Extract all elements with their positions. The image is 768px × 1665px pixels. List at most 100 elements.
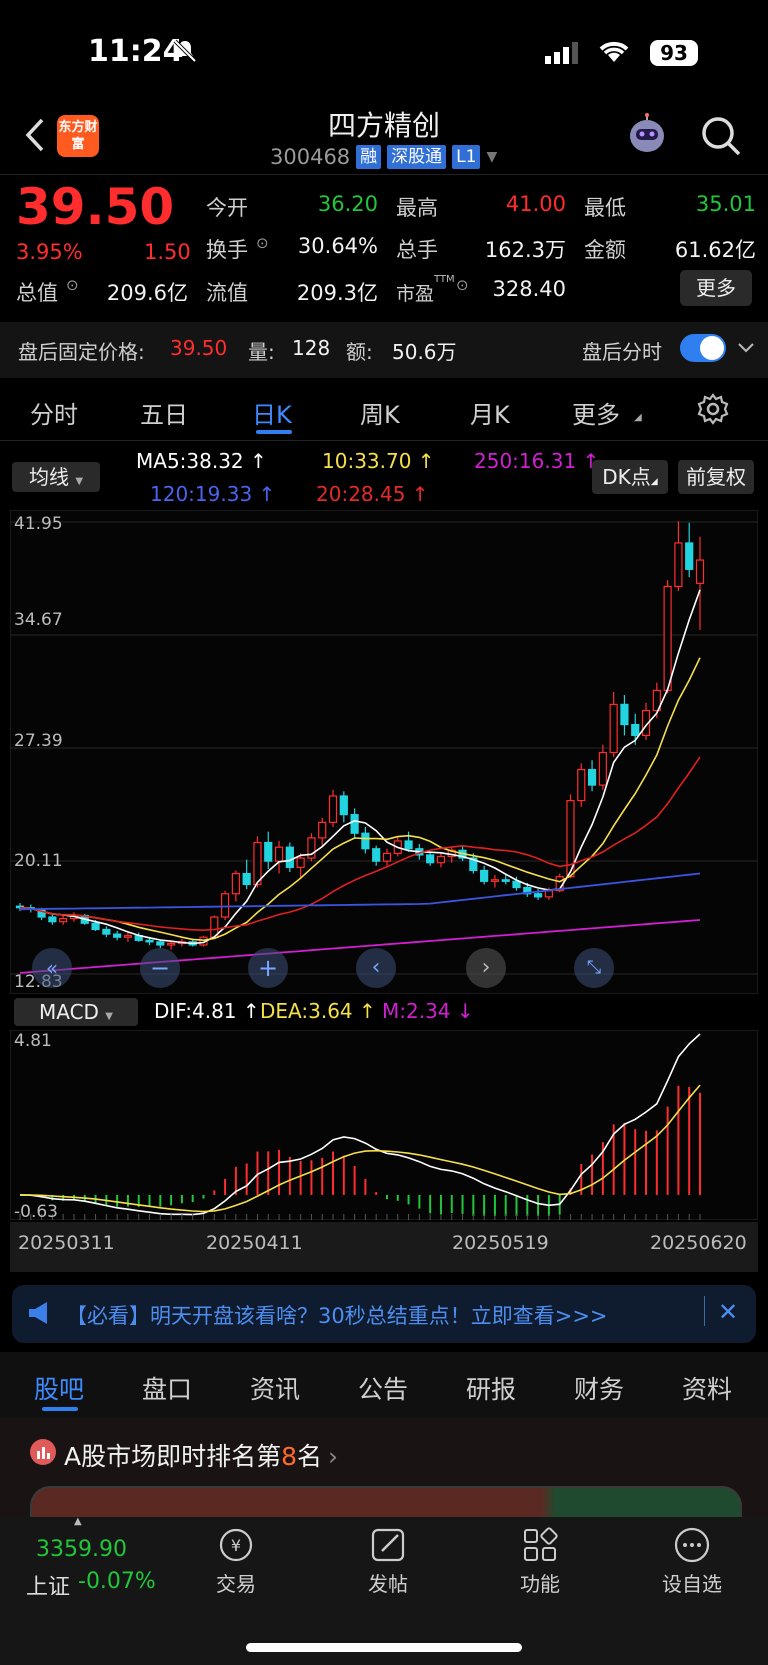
tab-pankou[interactable]: 盘口 — [142, 1370, 192, 1406]
rank-text[interactable]: A股市场即时排名第8名 › — [64, 1437, 338, 1473]
caret-down-icon: ▼ — [486, 149, 498, 165]
divider — [704, 1296, 705, 1326]
candle-body — [220, 893, 230, 918]
mute-icon — [172, 38, 198, 64]
post-label[interactable]: 发帖 — [338, 1568, 438, 1597]
macd-chart[interactable] — [10, 1030, 758, 1220]
tab-daily-k[interactable]: 日K — [252, 395, 292, 430]
signal-icon — [545, 42, 579, 64]
candle-body — [685, 542, 694, 570]
caret-up-icon: ▲ — [74, 1516, 82, 1527]
ma10-value: 10:33.70 ↑ — [322, 449, 435, 473]
tab-monthly-k[interactable]: 月K — [470, 395, 510, 430]
amount-label: 金额 — [584, 238, 626, 262]
rank-number: 8 — [281, 1442, 298, 1471]
fullscreen-icon[interactable]: ⤡ — [574, 948, 614, 988]
candle-body — [631, 723, 640, 737]
ma-selector[interactable]: 均线 ▼ — [12, 462, 100, 492]
after-hours-qty-label: 量: — [248, 340, 275, 364]
candle-body — [318, 821, 327, 839]
apps-grid-icon[interactable] — [490, 1525, 590, 1565]
zoom-out-icon[interactable]: − — [140, 948, 180, 988]
tab-research[interactable]: 研报 — [466, 1370, 516, 1406]
more-dots-icon[interactable] — [642, 1525, 742, 1565]
high-value: 41.00 — [505, 192, 566, 216]
caret-down-icon: ▼ — [105, 1011, 113, 1022]
tab-finance[interactable]: 财务 — [574, 1370, 624, 1406]
candle-body — [167, 942, 176, 946]
candle-body — [91, 922, 100, 931]
tab-news[interactable]: 资讯 — [250, 1370, 300, 1406]
candle-body — [274, 846, 284, 862]
candle-body — [253, 841, 262, 886]
ma250-value: 250:16.31 ↑ — [474, 449, 600, 473]
tab-five-day[interactable]: 五日 — [140, 395, 188, 430]
caret-icon: ◢ — [634, 412, 642, 423]
trade-label[interactable]: 交易 — [186, 1568, 286, 1597]
robot-assistant-icon[interactable] — [622, 112, 672, 158]
candle-body — [48, 916, 57, 923]
after-hours-qty-value: 128 — [292, 336, 331, 360]
adjust-button[interactable]: 前复权 — [678, 460, 754, 494]
y-tick-label: 4.81 — [14, 1031, 52, 1051]
trade-icon[interactable]: ¥ — [186, 1525, 286, 1565]
tab-weekly-k[interactable]: 周K — [360, 395, 400, 430]
change-percent: 3.95% — [16, 240, 83, 264]
tab-profile[interactable]: 资料 — [682, 1370, 732, 1406]
candle-body — [156, 941, 165, 946]
caret-icon: ◢ — [650, 477, 658, 487]
candle-body — [361, 832, 370, 850]
change-amount: 1.50 — [144, 240, 191, 264]
chevron-down-icon[interactable] — [736, 338, 756, 358]
stock-code-row[interactable]: 300468 融 深股通 L1 ▼ — [270, 145, 497, 169]
post-edit-icon[interactable] — [338, 1525, 438, 1565]
info-icon[interactable]: ⊙ — [256, 234, 269, 252]
svg-text:¥: ¥ — [231, 1536, 241, 1555]
index-value[interactable]: 3359.90 — [36, 1537, 127, 1562]
toggle-knob — [700, 336, 724, 360]
dk-point-button[interactable]: DK点◢ — [592, 460, 668, 494]
turnover-value: 30.64% — [297, 234, 378, 258]
zoom-in-icon[interactable]: + — [248, 948, 288, 988]
candle-body — [231, 872, 240, 895]
index-name[interactable]: 上证 — [26, 1569, 70, 1601]
index-change[interactable]: -0.07% — [78, 1569, 156, 1594]
candle-body — [426, 854, 435, 864]
more-button[interactable]: 更多 — [680, 270, 752, 306]
ma-selector-label: 均线 — [28, 465, 69, 489]
tab-announcement[interactable]: 公告 — [358, 1370, 408, 1406]
rewind-icon[interactable]: « — [32, 948, 72, 988]
tab-guba[interactable]: 股吧 — [34, 1370, 84, 1406]
tab-intraday[interactable]: 分时 — [30, 395, 78, 430]
active-tab-indicator — [256, 430, 292, 434]
close-icon[interactable]: ✕ — [718, 1298, 738, 1326]
tag-margin: 融 — [356, 145, 382, 169]
search-icon[interactable] — [700, 115, 742, 157]
after-hours-minute-label: 盘后分时 — [582, 340, 662, 364]
high-label: 最高 — [396, 196, 438, 220]
low-value: 35.01 — [695, 192, 756, 216]
turnover-label: 换手 — [206, 238, 248, 262]
info-icon[interactable]: ⊙ — [456, 276, 469, 294]
candle-body — [490, 879, 500, 882]
prev-icon[interactable]: ‹ — [356, 948, 396, 988]
stock-code: 300468 — [270, 145, 351, 169]
bar-chart-icon — [30, 1439, 56, 1465]
candle-body — [695, 559, 705, 584]
rank-suffix: 名 — [297, 1442, 323, 1471]
info-icon[interactable]: ⊙ — [66, 276, 79, 294]
tab-more[interactable]: 更多 — [572, 395, 620, 430]
candle-body — [339, 795, 348, 816]
settings-gear-icon[interactable] — [696, 392, 730, 426]
caret-down-icon: ▼ — [75, 476, 84, 487]
kline-chart[interactable] — [10, 510, 758, 994]
banner-text[interactable]: 【必看】明天开盘该看啥？30秒总结重点！立即查看>>> — [66, 1300, 608, 1330]
after-hours-amount-value: 50.6万 — [392, 340, 457, 364]
indicator-selector[interactable]: MACD ▼ — [14, 998, 138, 1026]
next-icon[interactable]: › — [466, 948, 506, 988]
functions-label[interactable]: 功能 — [490, 1568, 590, 1597]
candle-body — [533, 893, 543, 898]
watchlist-label[interactable]: 设自选 — [642, 1568, 742, 1597]
current-price: 39.50 — [16, 178, 175, 236]
x-tick-label: 20250620 — [650, 1232, 747, 1254]
